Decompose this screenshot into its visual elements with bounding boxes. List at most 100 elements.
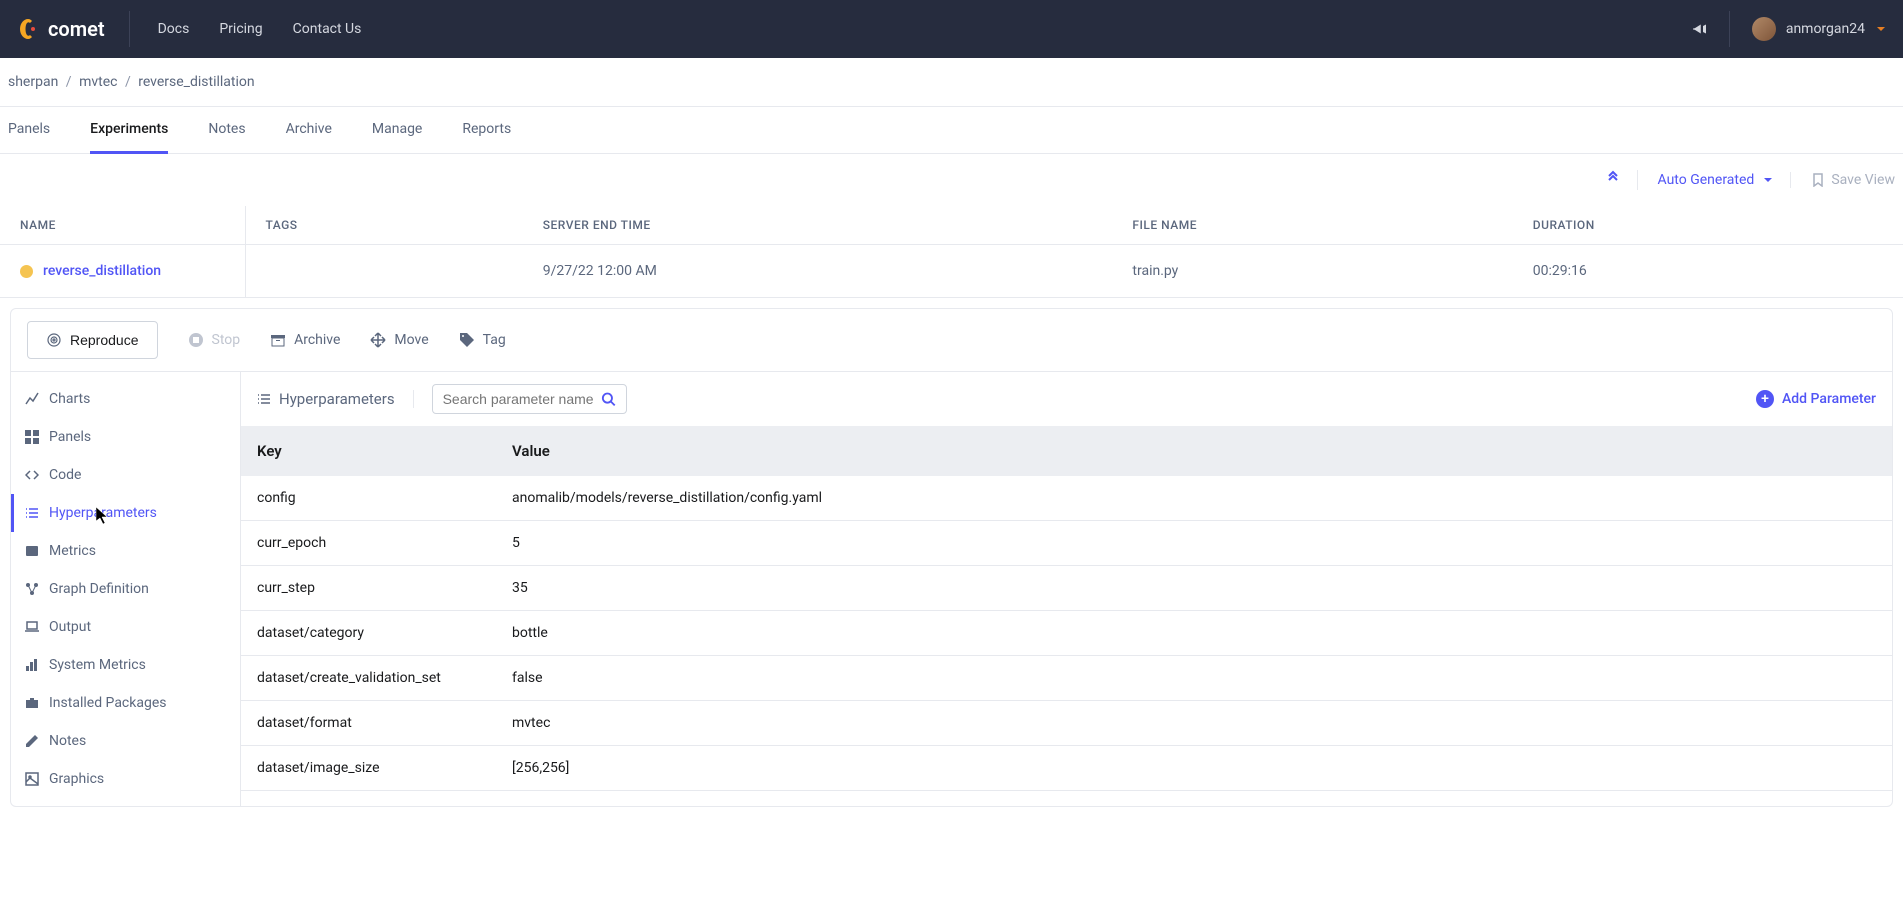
sidebar-item-metrics[interactable]: Metrics (11, 532, 240, 570)
sidebar-item-sysmetrics[interactable]: System Metrics (11, 646, 240, 684)
tag-button[interactable]: Tag (459, 332, 506, 348)
top-nav: Docs Pricing Contact Us (158, 21, 362, 37)
sidebar-item-label: Notes (49, 733, 86, 749)
col-name[interactable]: NAME (0, 206, 245, 245)
breadcrumb-current: reverse_distillation (138, 74, 254, 90)
sidebar-item-graphics[interactable]: Graphics (11, 760, 240, 798)
sidebar-item-label: Metrics (49, 543, 96, 559)
section-title: Hyperparameters (257, 390, 414, 408)
move-icon (370, 332, 386, 348)
fingerprint-icon (46, 332, 62, 348)
sidebar-item-code[interactable]: Code (11, 456, 240, 494)
sidebar-item-label: Code (49, 467, 81, 483)
sidebar-item-label: Graph Definition (49, 581, 149, 597)
add-parameter-button[interactable]: + Add Parameter (1756, 390, 1876, 408)
image-icon (25, 772, 39, 786)
reproduce-button[interactable]: Reproduce (27, 321, 158, 359)
plus-icon: + (1756, 390, 1774, 408)
cell-tags (245, 245, 523, 298)
logo[interactable]: comet (16, 11, 130, 47)
param-value: bottle (496, 611, 1892, 656)
archive-button[interactable]: Archive (270, 332, 340, 348)
param-value: [256,256] (496, 746, 1892, 791)
cell-duration: 00:29:16 (1513, 245, 1903, 298)
breadcrumb-org[interactable]: sherpan (8, 74, 58, 90)
section-header: Hyperparameters + Add Parameter (241, 372, 1892, 426)
sidebar-item-hyperparameters[interactable]: Hyperparameters (11, 494, 240, 532)
briefcase-icon (25, 696, 39, 710)
breadcrumb-sep: / (125, 74, 131, 90)
experiment-row[interactable]: reverse_distillation 9/27/22 12:00 AM tr… (0, 245, 1903, 298)
list-icon (25, 506, 39, 520)
nav-contact[interactable]: Contact Us (293, 21, 362, 37)
chevron-down-icon (1875, 23, 1887, 35)
chevron-down-icon (1762, 174, 1774, 186)
search-input[interactable] (443, 391, 601, 407)
param-value: mvtec (496, 701, 1892, 746)
tab-manage[interactable]: Manage (372, 107, 422, 153)
action-bar: Reproduce Stop Archive Move Tag (11, 309, 1892, 372)
search-box[interactable] (432, 384, 627, 414)
sidebar-item-label: Panels (49, 429, 91, 445)
col-file[interactable]: FILE NAME (1112, 206, 1512, 245)
graph-icon (25, 582, 39, 596)
auto-generated-dropdown[interactable]: Auto Generated (1658, 172, 1792, 188)
tab-panels[interactable]: Panels (8, 107, 50, 153)
col-value: Value (496, 426, 1892, 476)
col-end[interactable]: SERVER END TIME (523, 206, 1113, 245)
save-view-label: Save View (1831, 172, 1895, 188)
metrics-icon (25, 544, 39, 558)
logo-text: comet (48, 17, 105, 41)
tab-reports[interactable]: Reports (462, 107, 511, 153)
sidebar-item-label: Hyperparameters (49, 505, 157, 521)
sidebar: Charts Panels Code Hyperparameters Metri… (11, 372, 241, 806)
col-tags[interactable]: TAGS (245, 206, 523, 245)
header-right: anmorgan24 (1691, 11, 1887, 47)
sidebar-item-charts[interactable]: Charts (11, 380, 240, 418)
param-row[interactable]: dataset/formatmvtec (241, 701, 1892, 746)
cell-end: 9/27/22 12:00 AM (523, 245, 1113, 298)
move-label: Move (394, 332, 428, 348)
announcements-icon[interactable] (1691, 20, 1709, 38)
sidebar-item-graphdef[interactable]: Graph Definition (11, 570, 240, 608)
laptop-icon (25, 620, 39, 634)
param-row[interactable]: curr_step35 (241, 566, 1892, 611)
param-row[interactable]: curr_epoch5 (241, 521, 1892, 566)
save-view-button[interactable]: Save View (1811, 172, 1895, 188)
move-button[interactable]: Move (370, 332, 428, 348)
tab-archive[interactable]: Archive (286, 107, 332, 153)
param-key: dataset/image_size (241, 746, 496, 791)
page-tabs: Panels Experiments Notes Archive Manage … (0, 106, 1903, 154)
main-content: Hyperparameters + Add Parameter Key Valu… (241, 372, 1892, 806)
chart-icon (25, 392, 39, 406)
avatar (1752, 17, 1776, 41)
user-menu[interactable]: anmorgan24 (1729, 11, 1887, 47)
param-row[interactable]: dataset/create_validation_setfalse (241, 656, 1892, 701)
param-row[interactable]: configanomalib/models/reverse_distillati… (241, 476, 1892, 521)
collapse-icon[interactable] (1605, 170, 1638, 190)
sidebar-item-output[interactable]: Output (11, 608, 240, 646)
cell-file: train.py (1112, 245, 1512, 298)
nav-docs[interactable]: Docs (158, 21, 190, 37)
experiment-name-link[interactable]: reverse_distillation (43, 263, 161, 279)
nav-pricing[interactable]: Pricing (219, 21, 262, 37)
comet-logo-icon (16, 17, 40, 41)
breadcrumb-project[interactable]: mvtec (79, 74, 117, 90)
reproduce-label: Reproduce (70, 332, 139, 348)
search-icon[interactable] (601, 391, 616, 407)
param-row[interactable]: dataset/categorybottle (241, 611, 1892, 656)
col-duration[interactable]: DURATION (1513, 206, 1903, 245)
param-row[interactable]: dataset/image_size[256,256] (241, 746, 1892, 791)
param-key: dataset/format (241, 701, 496, 746)
sidebar-item-notes[interactable]: Notes (11, 722, 240, 760)
stop-label: Stop (212, 332, 241, 348)
sidebar-item-packages[interactable]: Installed Packages (11, 684, 240, 722)
params-table: Key Value configanomalib/models/reverse_… (241, 426, 1892, 791)
sidebar-item-panels[interactable]: Panels (11, 418, 240, 456)
detail-body: Charts Panels Code Hyperparameters Metri… (11, 372, 1892, 806)
param-key: config (241, 476, 496, 521)
tab-notes[interactable]: Notes (208, 107, 245, 153)
tab-experiments[interactable]: Experiments (90, 107, 168, 154)
sidebar-item-label: Installed Packages (49, 695, 166, 711)
breadcrumb-sep: / (66, 74, 72, 90)
